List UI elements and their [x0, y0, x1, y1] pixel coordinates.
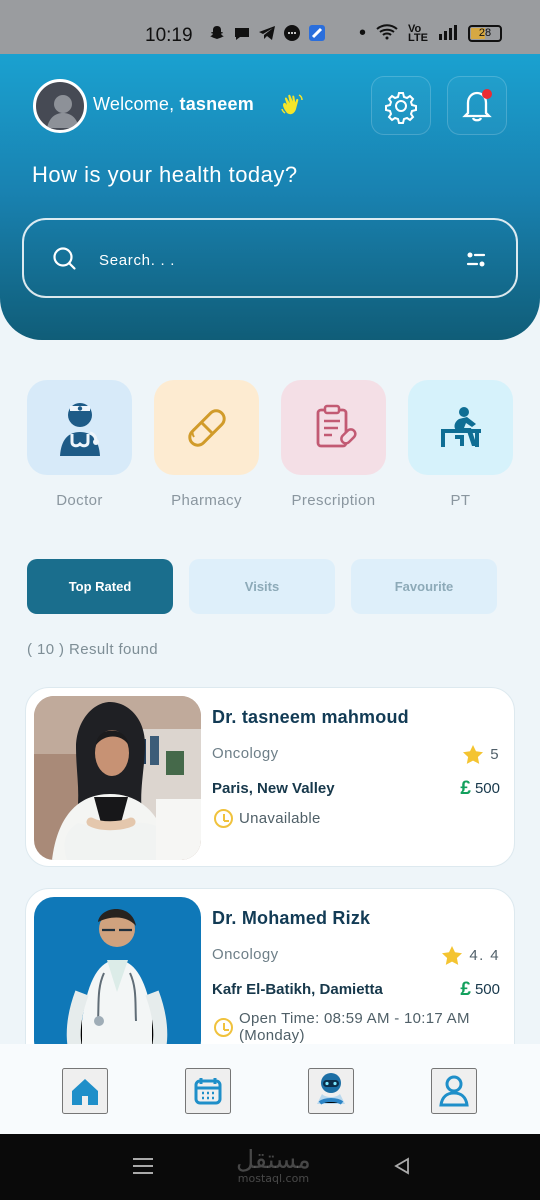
- doctor-name: Dr. tasneem mahmoud: [212, 707, 409, 727]
- clock-icon: [214, 1017, 233, 1037]
- availability-status: Open Time: 08:59 AM - 10:17 AM (Monday): [214, 1010, 470, 1044]
- consultation-price: £ 500: [460, 778, 500, 799]
- waving-hand-icon: [281, 94, 303, 115]
- category-label: PT: [450, 492, 471, 509]
- availability-status: Unavailable: [214, 809, 321, 828]
- profile-icon: [439, 1075, 469, 1107]
- wifi-icon: [375, 23, 399, 44]
- notifications-button[interactable]: [447, 76, 507, 135]
- calendar-icon: [194, 1078, 222, 1105]
- system-status-icons: • Vo LTE 28: [359, 22, 502, 45]
- pound-icon: £: [460, 778, 471, 799]
- doctor-photo: [34, 897, 201, 1061]
- clock-icon: [214, 809, 233, 828]
- ai-assistant-icon: [317, 1073, 345, 1105]
- open-time-text: Open Time: 08:59 AM - 10:17 AM (Monday): [239, 1010, 470, 1044]
- doctor-specialty: Oncology: [212, 946, 279, 963]
- doctor-card-tasneem[interactable]: Dr. tasneem mahmoud Oncology 5 Paris, Ne…: [25, 687, 515, 867]
- price-value: 500: [474, 780, 500, 797]
- physical-therapy-icon: [440, 406, 481, 447]
- gear-icon: [385, 91, 417, 124]
- doctor-photo: [34, 696, 201, 860]
- category-label: Pharmacy: [171, 492, 242, 509]
- signal-icon: [437, 23, 459, 44]
- health-question: How is your health today?: [32, 162, 298, 187]
- tab-top-rated[interactable]: Top Rated: [27, 559, 173, 614]
- price-value: 500: [474, 981, 500, 998]
- mostaql-watermark: مستقل mostaql.com: [236, 1145, 311, 1185]
- star-icon: [463, 745, 484, 764]
- category-grid: Doctor Pharmacy Prescription PT: [27, 380, 513, 510]
- consultation-price: £ 500: [460, 979, 500, 1000]
- welcome-text: Welcome, tasneem: [93, 94, 254, 115]
- doctor-card[interactable]: [27, 380, 132, 475]
- home-icon: [72, 1079, 98, 1105]
- settings-button[interactable]: [371, 76, 431, 135]
- search-icon: [53, 247, 76, 270]
- doctor-location: Kafr El-Batikh, Damietta: [212, 981, 383, 998]
- nav-calendar[interactable]: [185, 1068, 231, 1114]
- category-label: Prescription: [291, 492, 376, 509]
- user-name: tasneem: [179, 94, 254, 114]
- dot-icon: •: [359, 22, 367, 44]
- pharmacy-card[interactable]: [154, 380, 259, 475]
- battery-icon: 28: [468, 25, 502, 42]
- avatar[interactable]: [33, 79, 87, 133]
- avatar-person-icon: [47, 95, 79, 128]
- pt-card[interactable]: [408, 380, 513, 475]
- category-doctor[interactable]: Doctor: [27, 380, 132, 510]
- star-icon: [442, 946, 463, 965]
- volte-icon: Vo LTE: [408, 22, 428, 44]
- app-icon: [308, 24, 326, 42]
- rating-value: 5: [490, 746, 500, 763]
- doctor-card-mohamed[interactable]: Dr. Mohamed Rizk Oncology 4. 4 Kafr El-B…: [25, 888, 515, 1068]
- category-prescription[interactable]: Prescription: [281, 380, 386, 510]
- recent-apps-icon[interactable]: [133, 1158, 153, 1176]
- snapchat-icon: [208, 24, 226, 42]
- category-pt[interactable]: PT: [408, 380, 513, 510]
- prescription-icon: [316, 404, 357, 447]
- welcome-prefix: Welcome,: [93, 94, 175, 114]
- rating-value: 4. 4: [469, 947, 500, 964]
- tab-favourite[interactable]: Favourite: [351, 559, 497, 614]
- bottom-navigation: [0, 1044, 540, 1134]
- tab-visits[interactable]: Visits: [189, 559, 335, 614]
- doctor-name: Dr. Mohamed Rizk: [212, 908, 371, 928]
- category-pharmacy[interactable]: Pharmacy: [154, 380, 259, 510]
- notification-dot: [482, 89, 492, 99]
- android-navigation-bar: مستقل mostaql.com: [0, 1134, 540, 1200]
- prescription-card[interactable]: [281, 380, 386, 475]
- filter-icon[interactable]: [465, 249, 487, 271]
- pound-icon: £: [460, 979, 471, 1000]
- category-label: Doctor: [56, 492, 103, 509]
- telegram-icon: [258, 24, 276, 42]
- result-count: ( 10 ) Result found: [27, 641, 158, 658]
- search-box[interactable]: [22, 218, 518, 298]
- doctor-rating: 5: [463, 745, 500, 764]
- availability-text: Unavailable: [239, 810, 321, 827]
- notification-icons: [208, 24, 326, 42]
- doctor-specialty: Oncology: [212, 745, 279, 762]
- doctor-icon: [59, 402, 100, 456]
- status-time: 10:19: [145, 25, 193, 46]
- home-header: Welcome, tasneem How is your health toda…: [0, 54, 540, 340]
- female-doctor-photo: [34, 696, 201, 860]
- male-doctor-photo: [34, 897, 201, 1061]
- nav-profile[interactable]: [431, 1068, 477, 1114]
- messages-icon: [283, 24, 301, 42]
- nav-ai-assistant[interactable]: [308, 1068, 354, 1114]
- doctor-location: Paris, New Valley: [212, 780, 335, 797]
- chat-icon: [233, 24, 251, 42]
- pill-icon: [187, 408, 226, 447]
- back-icon[interactable]: [393, 1157, 411, 1175]
- search-input[interactable]: [99, 248, 429, 272]
- doctor-rating: 4. 4: [442, 946, 500, 965]
- status-bar: 10:19 • Vo LTE 28: [0, 0, 540, 54]
- nav-home[interactable]: [62, 1068, 108, 1114]
